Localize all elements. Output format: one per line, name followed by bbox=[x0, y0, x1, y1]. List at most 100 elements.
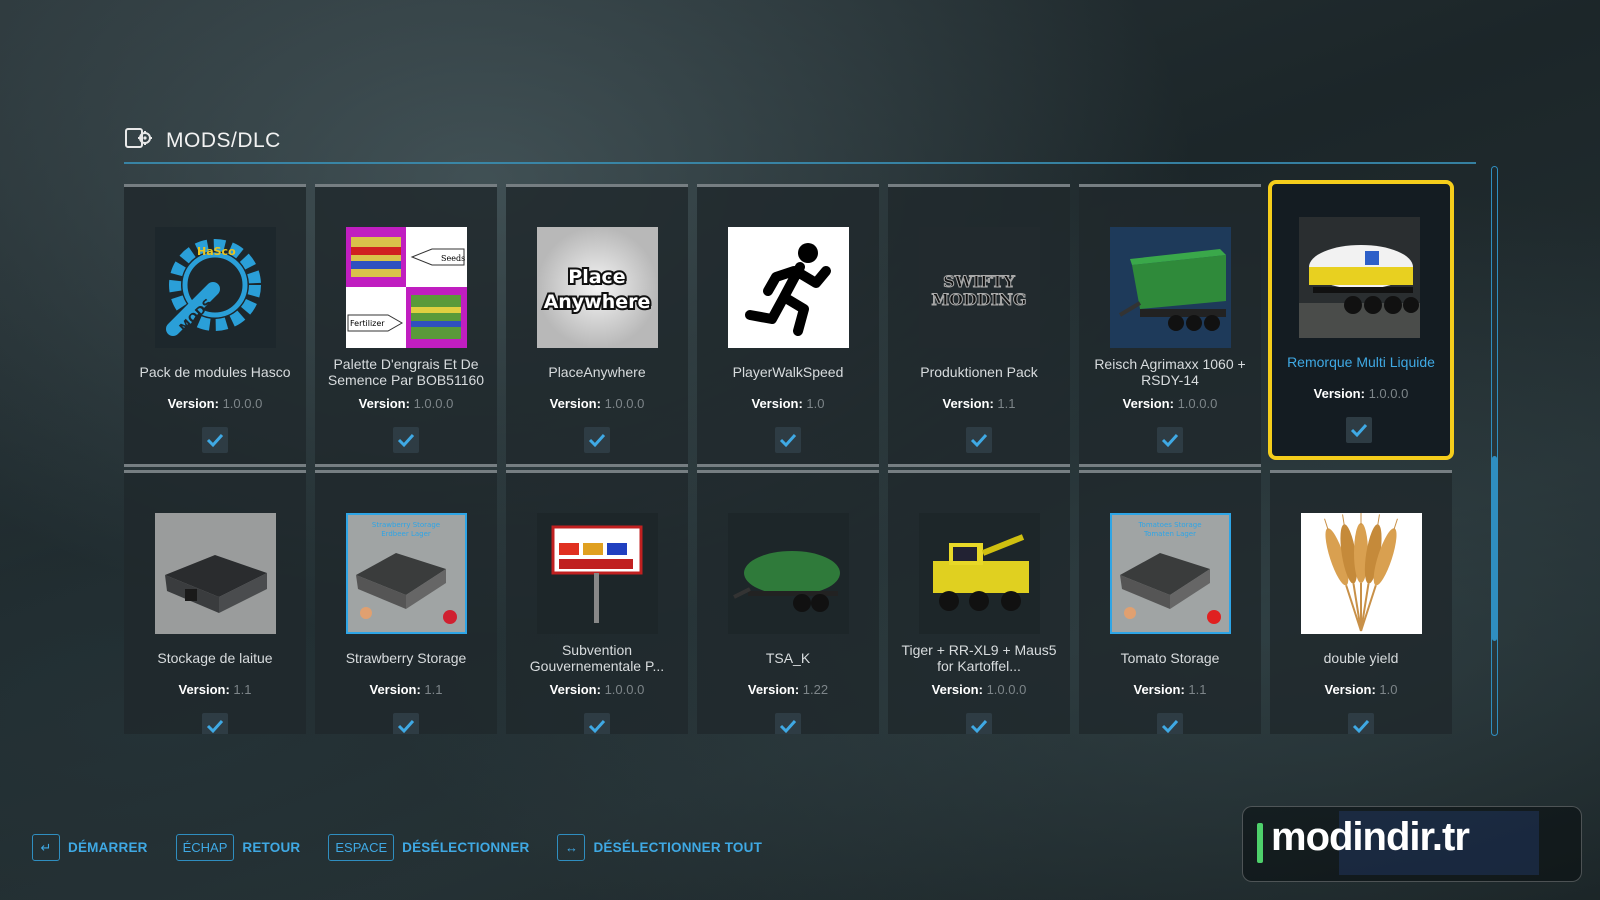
svg-text:Tomatoes Storage: Tomatoes Storage bbox=[1137, 521, 1201, 529]
key-hint: ÉCHAP bbox=[175, 834, 235, 861]
mod-version: Version: 1.0.0.0 bbox=[888, 682, 1070, 697]
footer-button-2[interactable]: ESPACE DÉSÉLECTIONNER bbox=[328, 834, 529, 861]
mod-enabled-checkbox[interactable] bbox=[393, 713, 419, 734]
version-value: 1.0.0.0 bbox=[222, 396, 263, 411]
mod-enabled-checkbox[interactable] bbox=[393, 427, 419, 453]
mod-thumbnail bbox=[1110, 227, 1231, 348]
mod-card[interactable]: SWIFTY MODDING Produktionen Pack Version… bbox=[888, 184, 1070, 467]
mod-enabled-checkbox[interactable] bbox=[775, 713, 801, 734]
mod-thumbnail: MODS HaSco bbox=[155, 227, 276, 348]
version-value: 1.1 bbox=[233, 682, 252, 697]
mod-enabled-checkbox[interactable] bbox=[584, 713, 610, 734]
version-value: 1.0.0.0 bbox=[1368, 386, 1409, 401]
mods-icon bbox=[124, 126, 154, 155]
mod-card[interactable]: Place Anywhere PlaceAnywhere Version: 1.… bbox=[506, 184, 688, 467]
mod-name: Pack de modules Hasco bbox=[139, 364, 291, 380]
version-label: Version: bbox=[369, 682, 421, 697]
mod-thumbnail bbox=[919, 513, 1040, 634]
mod-name: Subvention Gouvernementale P... bbox=[529, 642, 665, 674]
mod-thumbnail bbox=[1301, 513, 1422, 634]
mod-card[interactable]: Stockage de laitue Version: 1.1 bbox=[124, 470, 306, 734]
mod-thumbnail: Place Anywhere bbox=[537, 227, 658, 348]
footer-button-1[interactable]: ÉCHAP RETOUR bbox=[175, 834, 301, 861]
version-value: 1.22 bbox=[802, 682, 829, 697]
mod-enabled-checkbox[interactable] bbox=[1348, 713, 1374, 734]
mod-version: Version: 1.22 bbox=[697, 682, 879, 697]
mod-enabled-checkbox[interactable] bbox=[1157, 713, 1183, 734]
version-label: Version: bbox=[931, 682, 983, 697]
mod-version: Version: 1.0.0.0 bbox=[315, 396, 497, 411]
mod-thumbnail bbox=[537, 513, 658, 634]
footer-button-label: RETOUR bbox=[242, 840, 301, 855]
svg-text:SWIFTY: SWIFTY bbox=[943, 272, 1015, 291]
mod-card[interactable]: Subvention Gouvernementale P... Version:… bbox=[506, 470, 688, 734]
mod-name: Remorque Multi Liquide bbox=[1287, 354, 1435, 370]
mod-name: Strawberry Storage bbox=[345, 650, 467, 666]
watermark-text: modindir.tr bbox=[1271, 815, 1470, 859]
key-hint: ESPACE bbox=[328, 834, 395, 861]
mod-card[interactable]: Tomatoes Storage Tomaten Lager Tomato St… bbox=[1079, 470, 1261, 734]
mod-name: Produktionen Pack bbox=[920, 364, 1038, 380]
footer-button-label: DÉSÉLECTIONNER bbox=[402, 840, 530, 855]
scrollbar-thumb[interactable] bbox=[1492, 456, 1497, 641]
checkmark-icon bbox=[1161, 433, 1179, 448]
version-value: 1.0 bbox=[1379, 682, 1398, 697]
mod-card[interactable]: TSA_K Version: 1.22 bbox=[697, 470, 879, 734]
svg-text:Erdbeer Lager: Erdbeer Lager bbox=[381, 530, 431, 538]
version-label: Version: bbox=[1122, 396, 1174, 411]
version-label: Version: bbox=[549, 396, 601, 411]
mod-name: TSA_K bbox=[765, 650, 811, 666]
enter-key-icon: ↵ bbox=[32, 834, 60, 861]
checkmark-icon bbox=[1161, 719, 1179, 734]
page-title: MODS/DLC bbox=[166, 128, 281, 152]
svg-text:Fertilizer: Fertilizer bbox=[350, 319, 385, 328]
mod-enabled-checkbox[interactable] bbox=[966, 427, 992, 453]
version-label: Version: bbox=[167, 396, 219, 411]
scrollbar-track[interactable] bbox=[1491, 166, 1498, 736]
mod-name: Reisch Agrimaxx 1060 + RSDY-14 bbox=[1094, 356, 1246, 388]
svg-text:MODDING: MODDING bbox=[931, 290, 1026, 309]
mod-enabled-checkbox[interactable] bbox=[966, 713, 992, 734]
svg-text:Strawberry Storage: Strawberry Storage bbox=[372, 521, 440, 529]
mod-enabled-checkbox[interactable] bbox=[202, 427, 228, 453]
checkmark-icon bbox=[588, 719, 606, 734]
svg-text:Place: Place bbox=[568, 266, 625, 288]
version-label: Version: bbox=[747, 682, 800, 697]
checkmark-icon bbox=[970, 719, 988, 734]
mod-thumbnail: Strawberry Storage Erdbeer Lager bbox=[346, 513, 467, 634]
mod-card[interactable]: Seeds Fertilizer Palette D'engrais Et De… bbox=[315, 184, 497, 467]
mod-enabled-checkbox[interactable] bbox=[584, 427, 610, 453]
footer-button-3[interactable]: ↔ DÉSÉLECTIONNER TOUT bbox=[557, 834, 762, 861]
mod-name: PlayerWalkSpeed bbox=[732, 364, 844, 380]
footer-button-label: DÉSÉLECTIONNER TOUT bbox=[593, 840, 763, 855]
mod-card[interactable]: PlayerWalkSpeed Version: 1.0 bbox=[697, 184, 879, 467]
version-label: Version: bbox=[1313, 386, 1365, 401]
page-header: MODS/DLC bbox=[124, 126, 281, 155]
version-label: Version: bbox=[178, 682, 230, 697]
mod-name: Tomato Storage bbox=[1120, 650, 1220, 666]
footer-button-0[interactable]: ↵ DÉMARRER bbox=[32, 834, 148, 861]
checkmark-icon bbox=[1352, 719, 1370, 734]
mod-enabled-checkbox[interactable] bbox=[1157, 427, 1183, 453]
mod-card[interactable]: double yield Version: 1.0 bbox=[1270, 470, 1452, 734]
mod-name: double yield bbox=[1323, 650, 1399, 666]
left-right-key-icon: ↔ bbox=[557, 834, 586, 861]
checkmark-icon bbox=[779, 719, 797, 734]
mod-thumbnail: SWIFTY MODDING bbox=[919, 227, 1040, 348]
mod-thumbnail bbox=[728, 513, 849, 634]
watermark: modindir.tr bbox=[1242, 806, 1582, 882]
mod-thumbnail bbox=[155, 513, 276, 634]
mod-enabled-checkbox[interactable] bbox=[202, 713, 228, 734]
svg-text:Anywhere: Anywhere bbox=[544, 291, 651, 313]
checkmark-icon bbox=[970, 433, 988, 448]
mod-card[interactable]: Reisch Agrimaxx 1060 + RSDY-14 Version: … bbox=[1079, 184, 1261, 467]
mod-enabled-checkbox[interactable] bbox=[775, 427, 801, 453]
mod-card[interactable]: Remorque Multi Liquide Version: 1.0.0.0 bbox=[1268, 180, 1454, 460]
footer-button-label: DÉMARRER bbox=[68, 840, 148, 855]
mod-card[interactable]: Strawberry Storage Erdbeer Lager Strawbe… bbox=[315, 470, 497, 734]
mod-card[interactable]: MODS HaSco Pack de modules Hasco Version… bbox=[124, 184, 306, 467]
mod-card[interactable]: Tiger + RR-XL9 + Maus5 for Kartoffel... … bbox=[888, 470, 1070, 734]
mod-thumbnail bbox=[728, 227, 849, 348]
mod-name: Tiger + RR-XL9 + Maus5 for Kartoffel... bbox=[901, 642, 1057, 674]
mod-enabled-checkbox[interactable] bbox=[1346, 417, 1372, 443]
